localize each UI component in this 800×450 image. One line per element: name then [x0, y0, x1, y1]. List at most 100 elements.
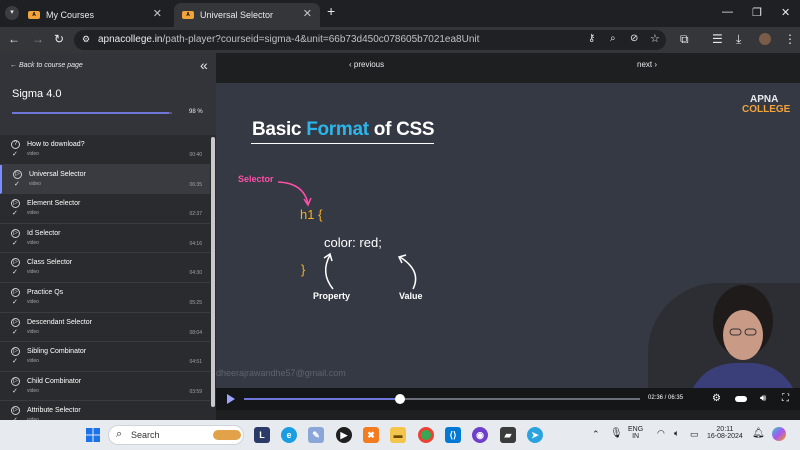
tab-label: Universal Selector — [200, 10, 274, 20]
windows-start-icon[interactable] — [86, 428, 100, 442]
checkmark-icon: ✓ — [12, 210, 18, 218]
browser-toolbar: ← → ↻ ⚙ apnacollege.in/path-player?cours… — [0, 27, 800, 53]
search-icon: ⌕ — [116, 428, 123, 440]
checkmark-icon: ✓ — [12, 328, 18, 336]
lesson-title: Child Combinator — [27, 377, 82, 385]
tab-universal-selector[interactable]: A Universal Selector ✕ — [174, 3, 320, 27]
file-explorer-icon[interactable]: ▬ — [390, 427, 406, 443]
seek-knob[interactable] — [395, 394, 406, 404]
lesson-item[interactable]: ▷ ✓ Id Selector video 04:16 — [0, 224, 210, 254]
site-info-icon[interactable]: ⚙ — [82, 34, 90, 45]
new-tab-button[interactable]: + — [327, 3, 335, 19]
lesson-type: video — [27, 239, 39, 246]
play-circle-icon: ▷ — [11, 406, 20, 416]
search-placeholder: Search — [131, 430, 160, 440]
lesson-type: video — [27, 269, 39, 276]
url-text: apnacollege.in/path-player?courseid=sigm… — [98, 34, 480, 45]
lesson-duration: 00:40 — [189, 152, 202, 158]
restore-icon[interactable]: ❐ — [752, 6, 762, 19]
tab-search-icon[interactable]: ▾ — [5, 6, 19, 20]
zoom-icon[interactable]: ⌕ — [610, 33, 616, 44]
taskbar-clock[interactable]: 20:11 16-08-2024 — [707, 426, 743, 440]
lesson-type: video — [27, 358, 39, 365]
close-window-icon[interactable]: ✕ — [781, 6, 790, 19]
notification-bell-icon[interactable]: 🔔︎ — [752, 428, 765, 439]
collapse-sidebar-icon[interactable]: « — [200, 57, 208, 73]
reload-icon[interactable]: ↻ — [54, 32, 64, 46]
play-icon[interactable] — [226, 393, 236, 405]
lesson-item[interactable]: ▷ ✓ Child Combinator video 03:59 — [0, 372, 210, 402]
download-icon[interactable]: ⤓ — [736, 32, 741, 47]
lesson-duration: 02:37 — [189, 211, 202, 218]
lesson-title: Sibling Combinator — [27, 348, 87, 356]
reading-list-icon[interactable]: ☰ — [712, 32, 723, 46]
checkmark-icon: ✓ — [12, 239, 18, 247]
seek-bar[interactable] — [244, 394, 640, 404]
previous-lesson-link[interactable]: ‹ previous — [349, 60, 384, 69]
lesson-duration: 04:51 — [189, 359, 202, 366]
taskbar-app-l-icon[interactable]: L — [254, 427, 270, 443]
next-lesson-link[interactable]: next › — [637, 60, 657, 69]
lesson-item[interactable]: ▷ ✓ Element Selector video 02:37 — [0, 194, 210, 224]
wifi-icon[interactable]: ◠ — [657, 428, 665, 439]
apna-favicon-icon: A — [28, 11, 40, 19]
windows-taskbar: ⌕ Search L e ✎ ▶ ✖ ▬ ⟨⟩ ◉ ▰ ➤ ⌃ 🎙︎ ENG I… — [0, 420, 800, 450]
volume-tray-icon[interactable]: 🔈︎ — [674, 428, 679, 439]
volume-icon[interactable]: 🔊︎ — [760, 393, 766, 404]
lesson-item[interactable]: ? ✓ How to download? video 00:40 — [0, 135, 210, 165]
forward-arrow-icon[interactable]: → — [32, 32, 44, 46]
key-icon[interactable]: ⚷ — [588, 33, 595, 44]
fullscreen-icon[interactable]: ⛶ — [782, 393, 789, 404]
eye-off-icon[interactable]: ⊘ — [630, 33, 638, 44]
course-sidebar: ← Back to course page « Sigma 4.0 98 % ?… — [0, 53, 216, 420]
lesson-item[interactable]: ▷ ✓ Practice Qs video 05:25 — [0, 283, 210, 313]
back-arrow-icon[interactable]: ← — [8, 32, 20, 46]
lesson-item[interactable]: ▷ ✓ Descendant Selector video 08:04 — [0, 313, 210, 343]
language-indicator[interactable]: ENG IN — [628, 426, 643, 440]
menu-dots-icon[interactable]: ⋮ — [784, 32, 796, 46]
extensions-icon[interactable]: ⧉ — [680, 32, 689, 47]
lesson-type: video — [27, 210, 39, 217]
lesson-item[interactable]: ▷ ✓ Sibling Combinator video 04:51 — [0, 342, 210, 372]
lesson-type: video — [27, 387, 39, 394]
close-tab-icon[interactable]: ✕ — [303, 7, 312, 20]
battery-icon[interactable]: ▭ — [690, 429, 699, 440]
clock-date: 16-08-2024 — [707, 433, 743, 440]
media-player-icon[interactable]: ▶ — [336, 427, 352, 443]
lesson-item[interactable]: ▷ ✓ Class Selector video 04:30 — [0, 253, 210, 283]
lesson-duration: 05:25 — [189, 300, 202, 306]
bookmark-star-icon[interactable]: ☆ — [650, 32, 660, 45]
github-icon[interactable]: ◉ — [472, 427, 488, 443]
minimize-icon[interactable]: — — [722, 6, 733, 18]
settings-gear-icon[interactable]: ⚙ — [712, 393, 721, 404]
lesson-title: Practice Qs — [27, 289, 64, 296]
toggle-switch[interactable] — [735, 396, 747, 402]
paint-icon[interactable]: ✎ — [308, 427, 324, 443]
telegram-icon[interactable]: ➤ — [527, 427, 543, 443]
taskbar-search-box[interactable]: ⌕ Search — [108, 425, 244, 445]
copilot-icon[interactable] — [772, 427, 786, 441]
player-controls: 02:36 / 06:35 ⚙ 🔊︎ ⛶ — [216, 388, 800, 410]
lesson-item[interactable]: ▷✓Attribute Selectorvideo — [0, 401, 210, 420]
show-hidden-icons[interactable]: ⌃ — [592, 429, 600, 440]
vscode-icon[interactable]: ⟨⟩ — [445, 427, 461, 443]
tab-my-courses[interactable]: A My Courses ✕ — [20, 3, 170, 27]
xampp-icon[interactable]: ✖ — [363, 427, 379, 443]
search-highlight-icon — [213, 430, 241, 440]
watermark-email: dheerajrawandhe57@gmail.com — [216, 368, 346, 378]
back-to-course-link[interactable]: ← Back to course page — [10, 62, 83, 69]
video-player[interactable]: Basic Format of CSS APNA COLLEGE Selecto… — [216, 83, 800, 388]
profile-avatar[interactable] — [759, 33, 771, 45]
scrollbar-thumb[interactable] — [211, 137, 215, 407]
checkmark-icon: ✓ — [12, 358, 18, 366]
microphone-icon[interactable]: 🎙︎ — [610, 428, 623, 439]
address-bar[interactable]: ⚙ apnacollege.in/path-player?courseid=si… — [74, 30, 666, 50]
edge-icon[interactable]: e — [281, 427, 297, 443]
course-progress-text: 98 % — [189, 109, 203, 115]
lesson-item[interactable]: ▷ ✓ Universal Selector video 06:35 — [0, 164, 210, 195]
notes-app-icon[interactable]: ▰ — [500, 427, 516, 443]
seek-bar-played — [244, 398, 401, 400]
lesson-title: How to download? — [27, 141, 85, 148]
close-tab-icon[interactable]: ✕ — [153, 7, 162, 20]
chrome-icon[interactable] — [418, 427, 434, 443]
